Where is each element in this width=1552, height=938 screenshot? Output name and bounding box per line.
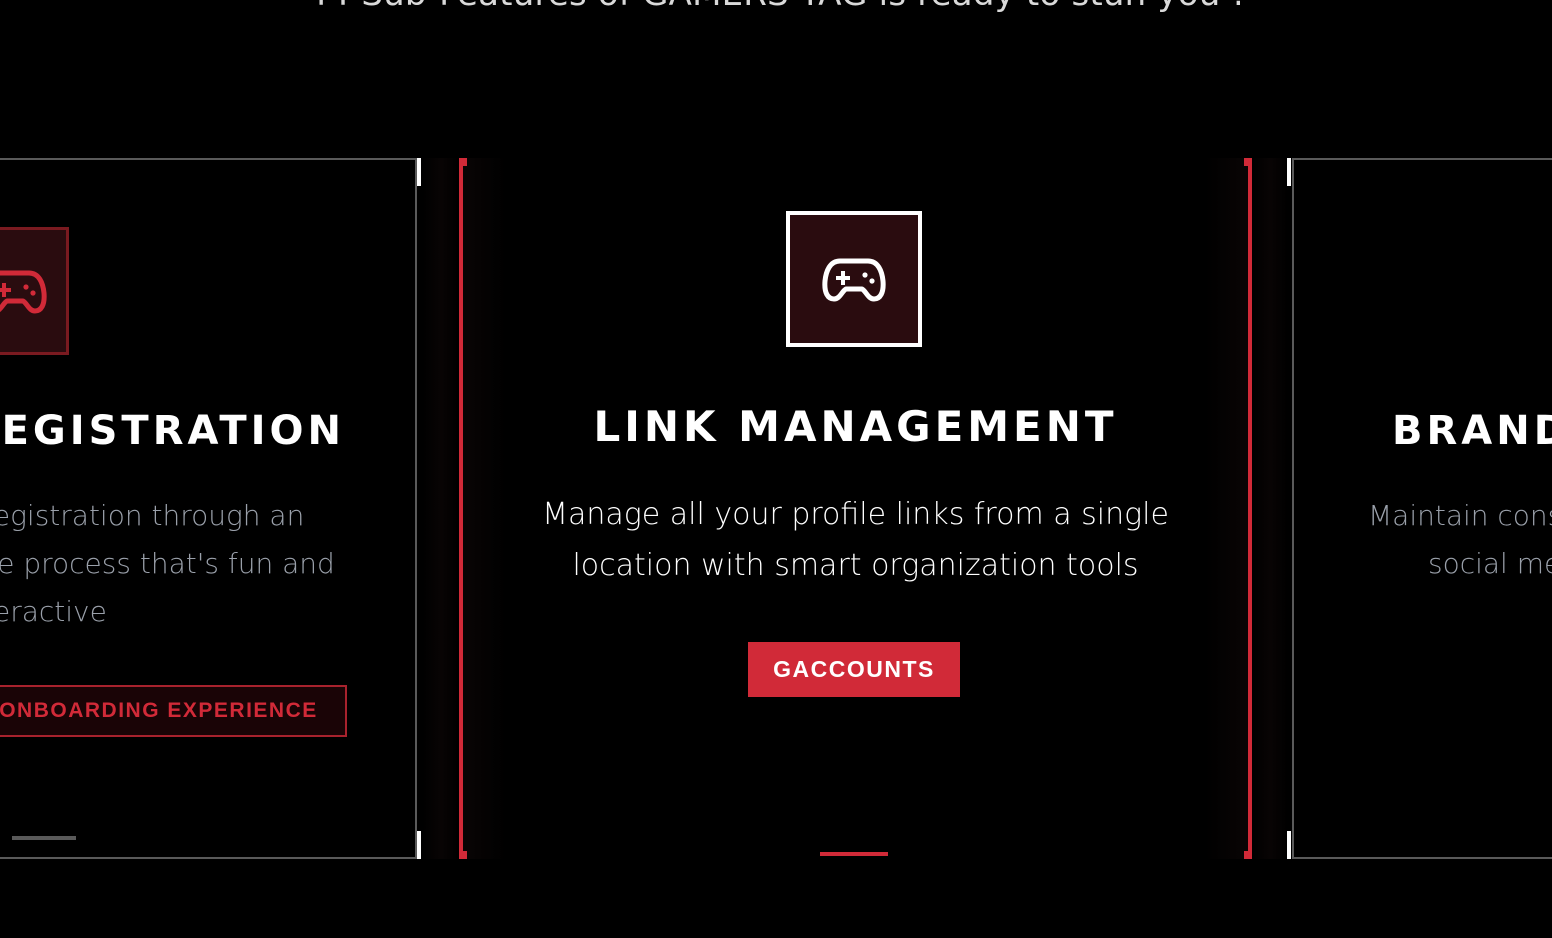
card-corner-accent bbox=[1244, 158, 1252, 166]
feature-card-link-management[interactable]: LINK MANAGEMENT Manage all your profile … bbox=[459, 158, 1252, 859]
gamepad-icon-box bbox=[0, 227, 69, 355]
card-description-line: registration through an bbox=[0, 499, 305, 532]
feature-card-brand[interactable]: BRAND Maintain cons social me bbox=[1292, 158, 1552, 859]
card-separator bbox=[423, 158, 459, 859]
card-description: Manage all your profile links from a sin… bbox=[459, 489, 1252, 591]
card-description-line: location with smart organization tools bbox=[572, 548, 1139, 583]
card-description-line: ke process that's fun and bbox=[0, 547, 335, 580]
card-title: LINK MANAGEMENT bbox=[593, 402, 1118, 451]
gamepad-icon bbox=[0, 270, 47, 314]
card-description: Maintain cons social me bbox=[1368, 492, 1552, 588]
card-title: BRAND bbox=[1392, 408, 1552, 454]
feature-card-registration[interactable]: REGISTRATION registration through an ke … bbox=[0, 158, 417, 859]
gaccounts-button[interactable]: GACCOUNTS bbox=[748, 642, 960, 697]
card-frame-accent bbox=[1287, 831, 1291, 859]
card-indicator-active bbox=[820, 852, 888, 856]
card-frame-accent bbox=[417, 831, 421, 859]
gamepad-icon bbox=[822, 258, 886, 302]
card-corner-accent bbox=[459, 158, 467, 166]
card-description-line: social me bbox=[1428, 547, 1552, 580]
section-subtitle: 44 Sub-Features of GAMERS TAG is ready t… bbox=[0, 0, 1552, 14]
onboarding-experience-button[interactable]: ONBOARDING EXPERIENCE bbox=[0, 685, 347, 737]
card-frame-accent bbox=[417, 158, 421, 186]
card-description-line: Maintain cons bbox=[1368, 499, 1552, 532]
card-corner-accent bbox=[459, 851, 467, 859]
card-description: registration through an ke process that'… bbox=[0, 492, 402, 636]
card-description-line: Manage all your profile links from a sin… bbox=[542, 497, 1169, 532]
card-indicator bbox=[12, 836, 76, 840]
card-title: REGISTRATION bbox=[0, 408, 345, 454]
card-frame-accent bbox=[1287, 158, 1291, 186]
card-description-line: teractive bbox=[0, 595, 107, 628]
card-corner-accent bbox=[1244, 851, 1252, 859]
card-separator bbox=[1252, 158, 1288, 859]
gamepad-icon-box bbox=[786, 211, 922, 347]
